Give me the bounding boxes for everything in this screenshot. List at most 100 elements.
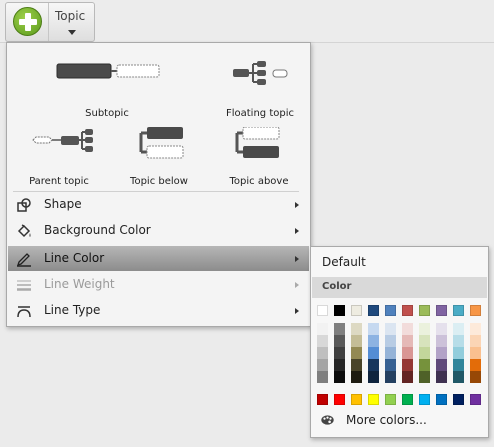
color-swatch[interactable] [436, 394, 447, 405]
color-swatch[interactable] [317, 323, 328, 335]
color-swatch[interactable] [385, 359, 396, 371]
color-swatch[interactable] [317, 371, 328, 383]
color-swatch[interactable] [385, 371, 396, 383]
color-swatch[interactable] [351, 371, 362, 383]
color-swatch[interactable] [453, 305, 464, 316]
color-swatch[interactable] [436, 335, 447, 347]
tile-parent-topic[interactable]: Parent topic [9, 127, 109, 187]
color-tint-column [402, 323, 413, 383]
color-swatch[interactable] [419, 394, 430, 405]
floating-topic-icon [233, 61, 288, 85]
tile-label: Subtopic [85, 108, 129, 119]
add-topic-icon[interactable] [13, 7, 42, 36]
color-swatch[interactable] [419, 347, 430, 359]
color-tint-column [385, 323, 396, 383]
color-swatch[interactable] [385, 323, 396, 335]
color-swatch[interactable] [453, 347, 464, 359]
color-swatch[interactable] [334, 305, 345, 316]
color-swatch[interactable] [436, 359, 447, 371]
color-swatch[interactable] [351, 305, 362, 316]
topic-above-icon [235, 127, 280, 158]
default-color-option[interactable]: Default [322, 255, 366, 269]
topic-button-label[interactable]: Topic [55, 9, 85, 23]
color-swatch[interactable] [453, 371, 464, 383]
color-tint-column [368, 323, 379, 383]
color-swatch[interactable] [470, 371, 481, 383]
color-swatch[interactable] [436, 347, 447, 359]
color-swatch[interactable] [402, 371, 413, 383]
color-swatch[interactable] [368, 359, 379, 371]
menu-item-label: Shape [44, 197, 82, 211]
color-tint-column [419, 323, 430, 383]
color-swatch[interactable] [453, 359, 464, 371]
color-swatch[interactable] [402, 335, 413, 347]
color-swatch[interactable] [436, 323, 447, 335]
color-swatch[interactable] [470, 323, 481, 335]
chevron-down-icon[interactable] [68, 30, 76, 35]
color-swatch[interactable] [351, 394, 362, 405]
color-swatch[interactable] [334, 347, 345, 359]
color-swatch[interactable] [368, 335, 379, 347]
tile-topic-below[interactable]: Topic below [109, 127, 209, 187]
color-swatch[interactable] [402, 323, 413, 335]
subtopic-icon [56, 63, 160, 79]
color-swatch[interactable] [419, 323, 430, 335]
color-swatch[interactable] [334, 323, 345, 335]
color-swatch[interactable] [453, 335, 464, 347]
menu-item-line-color[interactable]: Line Color [8, 246, 309, 271]
color-swatch[interactable] [470, 394, 481, 405]
color-swatch[interactable] [351, 359, 362, 371]
color-swatch[interactable] [334, 371, 345, 383]
color-swatch[interactable] [436, 371, 447, 383]
color-swatch[interactable] [368, 323, 379, 335]
tile-label: Topic above [229, 176, 289, 187]
shape-icon [17, 198, 31, 212]
color-swatch[interactable] [402, 394, 413, 405]
color-swatch[interactable] [334, 335, 345, 347]
menu-item-shape[interactable]: Shape [8, 192, 309, 217]
color-swatch[interactable] [470, 347, 481, 359]
color-swatch[interactable] [436, 305, 447, 316]
more-colors-button[interactable]: More colors... [312, 409, 487, 431]
menu-item-background-color[interactable]: Background Color [8, 218, 309, 243]
color-swatch[interactable] [470, 305, 481, 316]
color-swatch[interactable] [470, 359, 481, 371]
color-swatch[interactable] [334, 359, 345, 371]
tile-subtopic[interactable]: Subtopic [51, 59, 160, 119]
color-swatch[interactable] [419, 305, 430, 316]
tile-floating-topic[interactable]: Floating topic [209, 59, 309, 119]
color-swatch[interactable] [402, 305, 413, 316]
color-swatch[interactable] [317, 335, 328, 347]
menu-item-line-type[interactable]: Line Type [8, 298, 309, 323]
color-swatch[interactable] [317, 359, 328, 371]
add-topic-split-button[interactable]: Topic [5, 2, 95, 42]
color-swatch[interactable] [368, 371, 379, 383]
color-swatch[interactable] [453, 323, 464, 335]
color-swatch[interactable] [402, 347, 413, 359]
color-swatch[interactable] [351, 347, 362, 359]
color-swatch[interactable] [470, 335, 481, 347]
color-section-header: Color [312, 277, 487, 298]
color-swatch[interactable] [419, 359, 430, 371]
color-swatch[interactable] [385, 305, 396, 316]
color-swatch[interactable] [317, 347, 328, 359]
color-swatch[interactable] [385, 335, 396, 347]
color-swatch[interactable] [453, 394, 464, 405]
color-swatch[interactable] [402, 359, 413, 371]
tile-topic-above[interactable]: Topic above [209, 127, 309, 187]
color-swatch[interactable] [368, 305, 379, 316]
color-swatch[interactable] [419, 371, 430, 383]
color-tint-column [317, 323, 328, 383]
color-swatch[interactable] [334, 394, 345, 405]
color-swatch[interactable] [368, 347, 379, 359]
color-tint-column [334, 323, 345, 383]
color-swatch[interactable] [368, 394, 379, 405]
color-swatch[interactable] [317, 305, 328, 316]
color-swatch[interactable] [351, 323, 362, 335]
color-swatch[interactable] [385, 394, 396, 405]
color-swatch[interactable] [385, 347, 396, 359]
color-swatch[interactable] [317, 394, 328, 405]
pen-icon [16, 253, 31, 267]
color-swatch[interactable] [419, 335, 430, 347]
color-swatch[interactable] [351, 335, 362, 347]
